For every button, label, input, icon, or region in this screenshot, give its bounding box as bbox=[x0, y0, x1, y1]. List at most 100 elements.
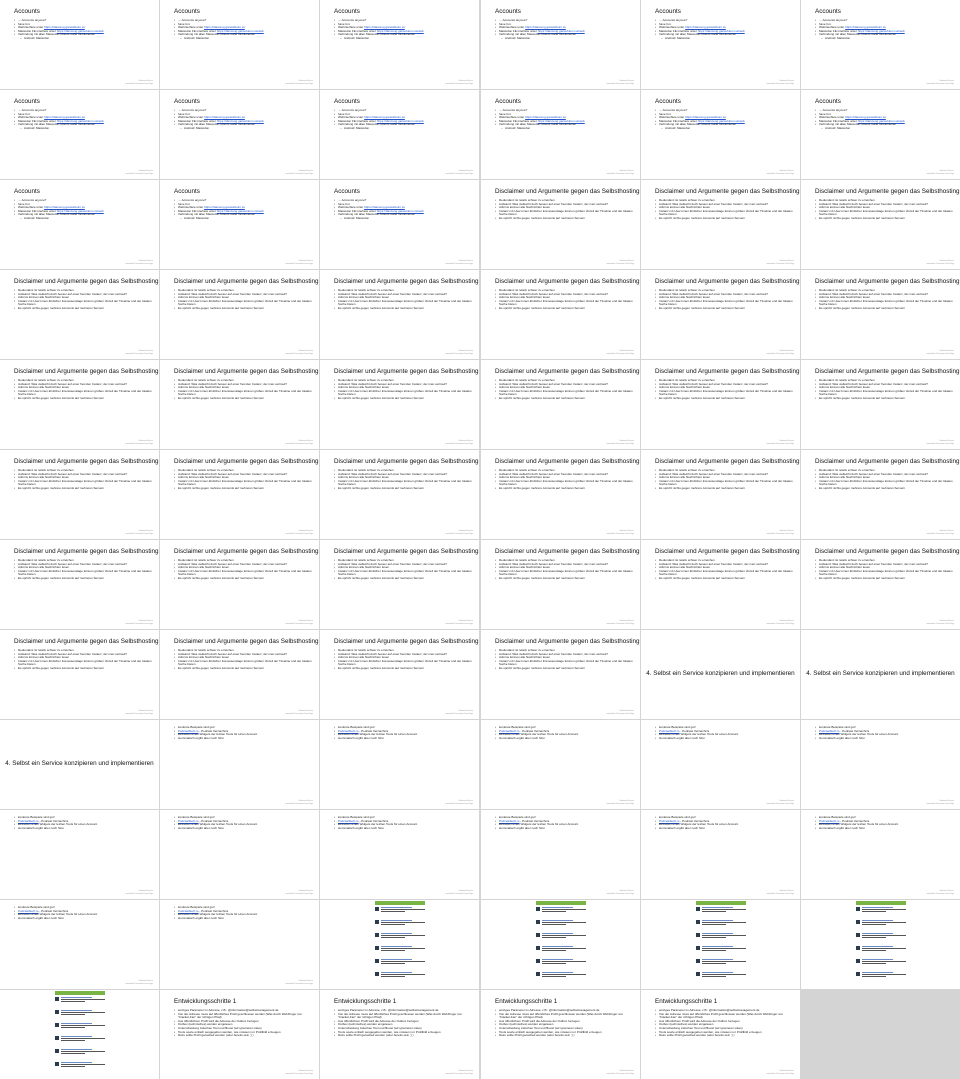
text-line bbox=[862, 948, 906, 949]
slide-thumbnail[interactable]: Accounts → Accounts anyone?have fun:Webin… bbox=[641, 0, 800, 89]
slide-thumbnail[interactable]: Disclaimer und Argumente gegen das Selbs… bbox=[801, 450, 960, 539]
slide-thumbnail[interactable] bbox=[0, 990, 159, 1079]
slide-title: Accounts bbox=[815, 8, 841, 15]
slide-thumbnail[interactable]: Accounts → Accounts anyone?have fun:Webin… bbox=[0, 180, 159, 269]
slide-thumbnail[interactable]: Accounts → Accounts anyone?have fun:Webin… bbox=[481, 90, 640, 179]
slide-thumbnail[interactable]: Accounts → Accounts anyone?have fun:Webin… bbox=[801, 90, 960, 179]
bullet-list: Redundanz ist relativ schwer zu erreiche… bbox=[815, 378, 954, 401]
slide-thumbnail[interactable]: 4. Selbst ein Service konzipieren und im… bbox=[801, 630, 960, 719]
slide-thumbnail[interactable]: Accounts → Accounts anyone?have fun:Webin… bbox=[160, 180, 319, 269]
slide-thumbnail[interactable]: Disclaimer und Argumente gegen das Selbs… bbox=[641, 540, 800, 629]
bullet-list: Redundanz ist relativ schwer zu erreiche… bbox=[655, 198, 794, 221]
slide-footer: Fediverse-Service entwickeln Chemnitzer L… bbox=[286, 260, 313, 265]
slide-thumbnail[interactable]: Disclaimer und Argumente gegen das Selbs… bbox=[801, 270, 960, 359]
slide-thumbnail[interactable]: Disclaimer und Argumente gegen das Selbs… bbox=[481, 270, 640, 359]
slide-thumbnail[interactable]: Accounts → Accounts anyone?have fun:Webin… bbox=[320, 180, 479, 269]
avatar bbox=[696, 933, 700, 937]
slide-thumbnail[interactable]: Disclaimer und Argumente gegen das Selbs… bbox=[160, 360, 319, 449]
slide-thumbnail[interactable]: Disclaimer und Argumente gegen das Selbs… bbox=[801, 540, 960, 629]
slide-thumbnail[interactable]: konkrete Beispiele sind gut!Podcastbuch.… bbox=[641, 810, 800, 899]
bullet-item: Dazu sollte Profil gecached werden (oder… bbox=[174, 1034, 313, 1038]
bullet-list: Redundanz ist relativ schwer zu erreiche… bbox=[334, 378, 473, 401]
slide-title: Disclaimer und Argumente gegen das Selbs… bbox=[815, 548, 960, 555]
slide-title: Accounts bbox=[14, 8, 40, 15]
footer-line: entwickeln Chemnitzer Linux-Tage bbox=[766, 532, 794, 535]
avatar bbox=[375, 959, 379, 963]
bullet-list: konkrete Beispiele sind gut!Podcastbuch.… bbox=[174, 725, 313, 740]
slide-thumbnail[interactable]: konkrete Beispiele sind gut!Podcastbuch.… bbox=[320, 810, 479, 899]
toot-entry bbox=[375, 945, 425, 957]
slide-thumbnail[interactable]: Disclaimer und Argumente gegen das Selbs… bbox=[320, 360, 479, 449]
slide-sorter-grid: Accounts → Accounts anyone?have fun:Webin… bbox=[0, 0, 960, 1079]
slide-thumbnail[interactable]: Accounts → Accounts anyone?have fun:Webin… bbox=[0, 0, 159, 89]
slide-thumbnail[interactable]: Disclaimer und Argumente gegen das Selbs… bbox=[481, 450, 640, 539]
bullet-item: Es spricht nichts gegen mehrere Accounts… bbox=[495, 486, 634, 491]
slide-thumbnail[interactable]: konkrete Beispiele sind gut!Podcastbuch.… bbox=[801, 720, 960, 809]
slide-thumbnail[interactable]: konkrete Beispiele sind gut!Podcastbuch.… bbox=[320, 720, 479, 809]
slide-thumbnail[interactable]: konkrete Beispiele sind gut!Podcastbuch.… bbox=[160, 720, 319, 809]
bullet-list: Redundanz ist relativ schwer zu erreiche… bbox=[14, 468, 153, 491]
slide-thumbnail[interactable]: Disclaimer und Argumente gegen das Selbs… bbox=[0, 450, 159, 539]
slide-thumbnail[interactable]: konkrete Beispiele sind gut!Podcastbuch.… bbox=[801, 810, 960, 899]
slide-thumbnail[interactable]: Disclaimer und Argumente gegen das Selbs… bbox=[320, 270, 479, 359]
slide-thumbnail[interactable]: Disclaimer und Argumente gegen das Selbs… bbox=[160, 450, 319, 539]
slide-thumbnail[interactable]: Accounts → Accounts anyone?have fun:Webin… bbox=[801, 0, 960, 89]
slide-thumbnail[interactable]: Disclaimer und Argumente gegen das Selbs… bbox=[641, 360, 800, 449]
slide-thumbnail[interactable]: Accounts → Accounts anyone?have fun:Webin… bbox=[481, 0, 640, 89]
slide-thumbnail[interactable]: Disclaimer und Argumente gegen das Selbs… bbox=[481, 180, 640, 269]
slide-thumbnail[interactable]: Disclaimer und Argumente gegen das Selbs… bbox=[641, 270, 800, 359]
slide-thumbnail[interactable]: Entwicklungsschritte 1 einziges Parameter… bbox=[160, 990, 319, 1079]
slide-thumbnail[interactable]: konkrete Beispiele sind gut!Podcastbuch.… bbox=[481, 720, 640, 809]
slide-thumbnail[interactable]: Disclaimer und Argumente gegen das Selbs… bbox=[0, 360, 159, 449]
slide-thumbnail[interactable]: Disclaimer und Argumente gegen das Selbs… bbox=[481, 360, 640, 449]
bullet-item: Es spricht nichts gegen mehrere Accounts… bbox=[14, 306, 153, 311]
slide-thumbnail[interactable]: Accounts → Accounts anyone?have fun:Webin… bbox=[320, 90, 479, 179]
slide-thumbnail[interactable]: Disclaimer und Argumente gegen das Selbs… bbox=[641, 180, 800, 269]
slide-thumbnail[interactable]: Accounts → Accounts anyone?have fun:Webin… bbox=[160, 0, 319, 89]
slide-thumbnail[interactable]: Disclaimer und Argumente gegen das Selbs… bbox=[481, 540, 640, 629]
slide-thumbnail[interactable]: Entwicklungsschritte 1 einziges Parameter… bbox=[481, 990, 640, 1079]
slide-thumbnail[interactable]: Accounts → Accounts anyone?have fun:Webin… bbox=[160, 90, 319, 179]
slide-thumbnail[interactable]: Accounts → Accounts anyone?have fun:Webin… bbox=[0, 90, 159, 179]
slide-thumbnail[interactable]: konkrete Beispiele sind gut!Podcastbuch.… bbox=[160, 810, 319, 899]
slide-thumbnail[interactable]: Disclaimer und Argumente gegen das Selbs… bbox=[0, 540, 159, 629]
slide-thumbnail[interactable]: 4. Selbst ein Service konzipieren und im… bbox=[0, 720, 159, 809]
slide-thumbnail[interactable]: Disclaimer und Argumente gegen das Selbs… bbox=[320, 630, 479, 719]
slide-thumbnail[interactable]: Disclaimer und Argumente gegen das Selbs… bbox=[0, 630, 159, 719]
slide-thumbnail[interactable]: Disclaimer und Argumente gegen das Selbs… bbox=[320, 450, 479, 539]
slide-thumbnail[interactable]: Disclaimer und Argumente gegen das Selbs… bbox=[0, 270, 159, 359]
bullet-item: Von der Adresse muss auf öffentliches Pr… bbox=[334, 1012, 473, 1020]
slide-title: Accounts bbox=[334, 8, 360, 15]
slide-thumbnail[interactable]: Accounts → Accounts anyone?have fun:Webin… bbox=[320, 0, 479, 89]
slide-thumbnail[interactable]: Disclaimer und Argumente gegen das Selbs… bbox=[641, 450, 800, 539]
slide-thumbnail[interactable] bbox=[481, 900, 640, 989]
slide-thumbnail[interactable]: Disclaimer und Argumente gegen das Selbs… bbox=[481, 630, 640, 719]
bullet-item: Hommatisch ergibt aber noch Sinn bbox=[334, 826, 473, 831]
slide-thumbnail[interactable]: Disclaimer und Argumente gegen das Selbs… bbox=[160, 630, 319, 719]
slide-thumbnail[interactable]: konkrete Beispiele sind gut!Podcastbuch.… bbox=[481, 810, 640, 899]
slide-thumbnail[interactable] bbox=[641, 900, 800, 989]
slide-thumbnail[interactable] bbox=[320, 900, 479, 989]
bullet-list: Redundanz ist relativ schwer zu erreiche… bbox=[655, 558, 794, 581]
slide-thumbnail[interactable]: konkrete Beispiele sind gut!Podcastbuch.… bbox=[0, 810, 159, 899]
slide-thumbnail[interactable]: Accounts → Accounts anyone?have fun:Webin… bbox=[641, 90, 800, 179]
slide-thumbnail[interactable]: Disclaimer und Argumente gegen das Selbs… bbox=[160, 270, 319, 359]
slide-thumbnail[interactable]: Disclaimer und Argumente gegen das Selbs… bbox=[801, 180, 960, 269]
slide-thumbnail[interactable]: Disclaimer und Argumente gegen das Selbs… bbox=[160, 540, 319, 629]
slide-thumbnail[interactable] bbox=[801, 900, 960, 989]
text-line bbox=[381, 948, 425, 949]
bullet-item: Von der Adresse muss auf öffentliches Pr… bbox=[495, 1012, 634, 1020]
toot-lines bbox=[862, 906, 906, 918]
footer-line: entwickeln Chemnitzer Linux-Tage bbox=[766, 1072, 794, 1075]
slide-thumbnail[interactable]: Entwicklungsschritte 1 einziges Parameter… bbox=[641, 990, 800, 1079]
bullet-list: einziges Parameter im Adresse, z.B.: @in… bbox=[334, 1008, 473, 1038]
slide-thumbnail[interactable]: Disclaimer und Argumente gegen das Selbs… bbox=[801, 360, 960, 449]
slide-thumbnail[interactable]: 4. Selbst ein Service konzipieren und im… bbox=[641, 630, 800, 719]
slide-title: Disclaimer und Argumente gegen das Selbs… bbox=[174, 638, 319, 645]
bullet-list: Redundanz ist relativ schwer zu erreiche… bbox=[334, 288, 473, 311]
slide-thumbnail[interactable]: konkrete Beispiele sind gut!Podcastbuch.… bbox=[641, 720, 800, 809]
slide-thumbnail[interactable]: Disclaimer und Argumente gegen das Selbs… bbox=[320, 540, 479, 629]
slide-thumbnail[interactable]: Entwicklungsschritte 1 einziges Parameter… bbox=[320, 990, 479, 1079]
slide-thumbnail[interactable]: konkrete Beispiele sind gut!Podcastbuch.… bbox=[0, 900, 159, 989]
slide-thumbnail[interactable]: konkrete Beispiele sind gut!Podcastbuch.… bbox=[160, 900, 319, 989]
